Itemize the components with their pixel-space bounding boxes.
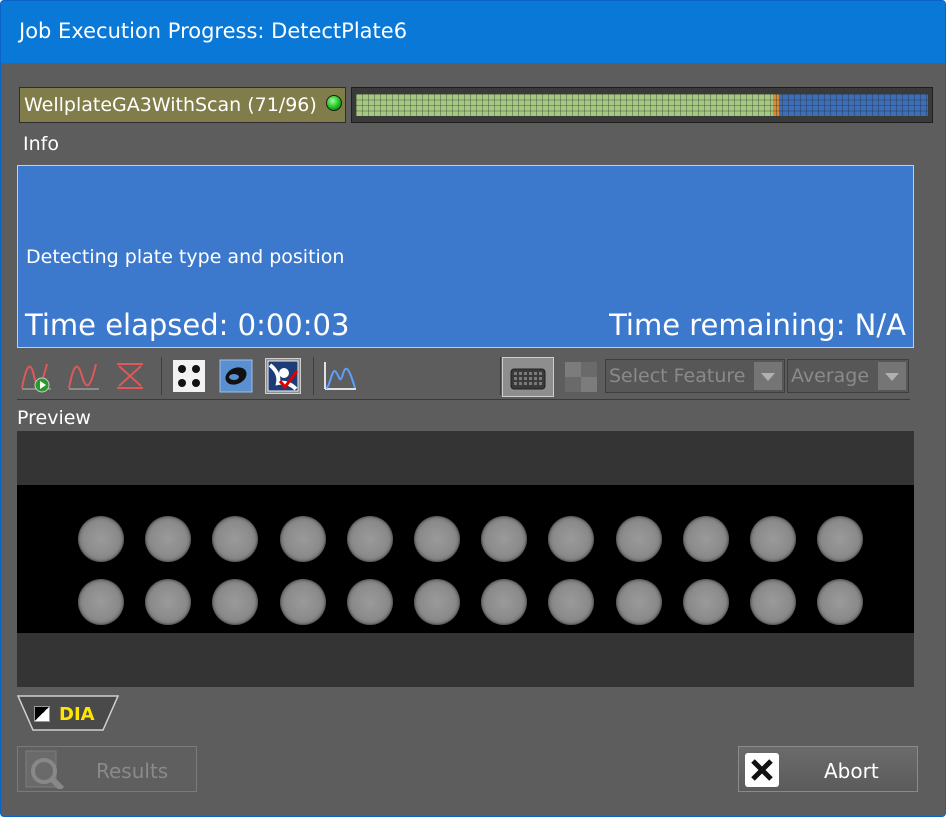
dots-button[interactable] <box>171 358 207 394</box>
well <box>78 516 124 562</box>
chevron-down-icon[interactable] <box>878 362 906 390</box>
well <box>481 516 527 562</box>
well <box>145 579 191 625</box>
well <box>145 516 191 562</box>
curve-play-button[interactable] <box>19 358 55 394</box>
average-dropdown[interactable]: Average <box>787 359 909 393</box>
window-title: Job Execution Progress: DetectPlate6 <box>19 19 408 43</box>
well <box>481 579 527 625</box>
preview-image <box>17 431 914 687</box>
well <box>817 516 863 562</box>
well-plate-strip <box>17 485 914 633</box>
status-led-icon <box>326 95 342 111</box>
plate-grid-icon <box>510 368 546 390</box>
progress-track <box>356 94 928 116</box>
results-button[interactable]: Results <box>17 746 197 792</box>
well <box>347 579 393 625</box>
info-panel: Detecting plate type and position Time e… <box>17 165 914 348</box>
blob-button[interactable] <box>218 358 254 394</box>
toolbar-separator <box>161 357 162 395</box>
channel-tab-label: DIA <box>59 704 95 725</box>
dots-icon <box>173 360 205 392</box>
well <box>280 579 326 625</box>
toolbar-separator <box>313 357 314 395</box>
curve-play-icon <box>21 363 51 393</box>
time-elapsed: Time elapsed: 0:00:03 <box>25 308 350 342</box>
plate-grid-button[interactable] <box>502 357 554 397</box>
average-value: Average <box>791 365 870 387</box>
job-name-label: WellplateGA3WithScan (71/96) <box>24 94 317 116</box>
preview-toolbar: Select Feature Average <box>17 353 910 400</box>
time-remaining: Time remaining: N/A <box>609 308 906 342</box>
magnifier-icon <box>25 750 64 789</box>
status-message: Detecting plate type and position <box>26 246 345 268</box>
well <box>548 516 594 562</box>
well <box>683 579 729 625</box>
well <box>212 516 258 562</box>
well <box>616 516 662 562</box>
channel-tab-dia[interactable]: DIA <box>17 695 119 731</box>
chevron-down-icon[interactable] <box>754 362 782 390</box>
well <box>414 516 460 562</box>
well <box>750 516 796 562</box>
histogram-button[interactable] <box>322 358 358 394</box>
close-icon <box>745 753 779 787</box>
job-name-box: WellplateGA3WithScan (71/96) <box>19 87 346 123</box>
blob-icon <box>219 359 253 393</box>
curve-clear-icon <box>117 363 143 389</box>
well <box>817 579 863 625</box>
check-overlay-button[interactable] <box>265 358 301 394</box>
well <box>280 516 326 562</box>
info-label: Info <box>23 133 59 155</box>
well <box>616 579 662 625</box>
well <box>683 516 729 562</box>
job-progress-window: Job Execution Progress: DetectPlate6 Wel… <box>0 0 946 817</box>
select-feature-dropdown[interactable]: Select Feature <box>605 359 785 393</box>
curve-icon <box>68 363 99 390</box>
well <box>750 579 796 625</box>
title-bar[interactable]: Job Execution Progress: DetectPlate6 <box>1 1 945 63</box>
results-label: Results <box>96 759 169 783</box>
preview-label: Preview <box>17 407 91 429</box>
select-feature-value: Select Feature <box>609 365 746 387</box>
abort-button[interactable]: Abort <box>738 746 918 792</box>
checker-button[interactable] <box>563 358 599 394</box>
well <box>347 516 393 562</box>
checker-icon <box>565 362 597 392</box>
well <box>78 579 124 625</box>
well <box>414 579 460 625</box>
job-progress-bar <box>351 87 933 123</box>
abort-label: Abort <box>824 759 879 783</box>
progress-cells <box>356 94 928 116</box>
well <box>212 579 258 625</box>
toolbar-separator <box>500 357 501 395</box>
channel-icon <box>34 706 50 722</box>
well <box>548 579 594 625</box>
curve-clear-button[interactable] <box>113 358 149 394</box>
curve-button[interactable] <box>66 358 102 394</box>
histogram-icon <box>324 362 356 390</box>
check-overlay-icon <box>267 360 299 392</box>
